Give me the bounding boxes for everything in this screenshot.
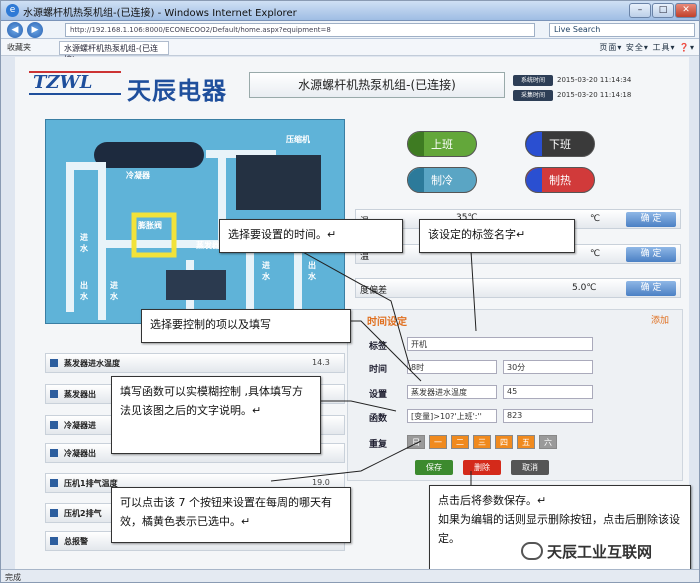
callout-save-text: 点击后将参数保存。↵ xyxy=(438,494,547,507)
callout-weekdays: 可以点击该 7 个按钮来设置在每周的哪天有效，橘黄色表示已选中。↵ xyxy=(111,487,351,543)
status-bar: 完成 xyxy=(1,569,699,582)
watermark: 天辰工业互联网 xyxy=(547,543,653,561)
browser-window: e 水源螺杆机热泵机组-(已连接) - Windows Internet Exp… xyxy=(0,0,700,583)
callout-function: 填写函数可以实模糊控制 ,具体填写方法见该图之后的文字说明。↵ xyxy=(111,376,321,454)
callout-time: 选择要设置的时间。↵ xyxy=(219,219,403,253)
callout-save-delete: 点击后将参数保存。↵ 如果为编辑的话则显示删除按钮，点击后删除该设定。 xyxy=(429,485,691,577)
arrow-line xyxy=(470,250,477,332)
callout-control-item: 选择要控制的项以及填写 xyxy=(141,309,351,343)
wechat-icon xyxy=(521,542,543,560)
callout-label-name: 该设定的标签名字↵ xyxy=(419,219,575,253)
